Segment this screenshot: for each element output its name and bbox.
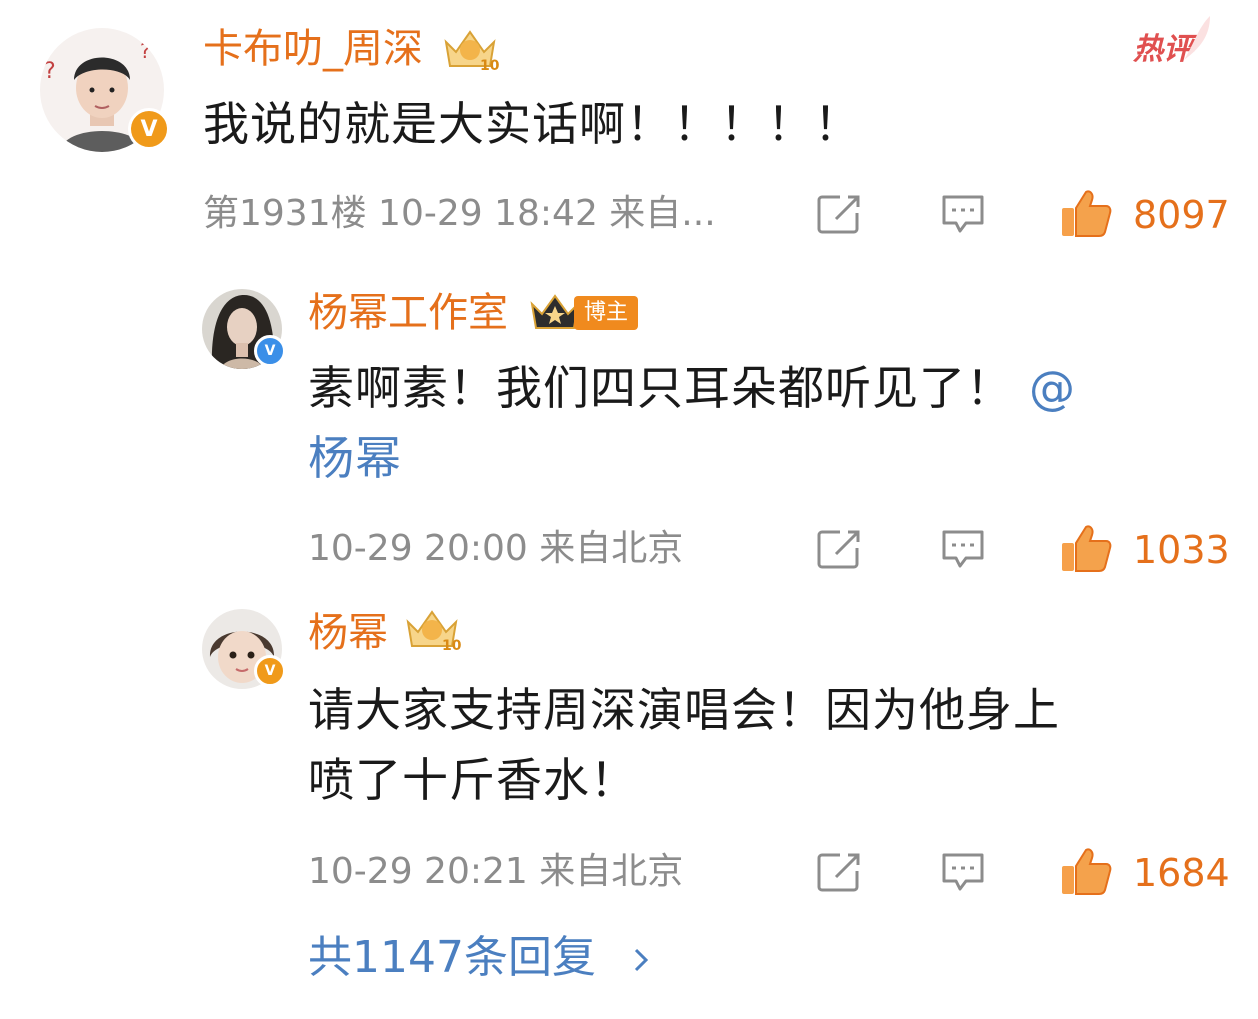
main-comment-text: 我说的就是大实话啊！！！！！ <box>203 97 861 151</box>
more-replies-link[interactable]: 共1147条回复 <box>308 932 654 984</box>
reply-1-text: 素啊素！我们四只耳朵都听见了！ @ <box>308 356 1076 420</box>
main-like-count: 8097 <box>1133 193 1230 237</box>
main-username[interactable]: 卡布叻_周深 <box>203 25 423 73</box>
svg-text:10: 10 <box>480 58 500 72</box>
like-icon[interactable] <box>1060 846 1112 896</box>
verified-badge: V <box>254 335 286 367</box>
avatar-main[interactable]: ? ? V <box>40 28 170 152</box>
repost-icon[interactable] <box>816 193 862 235</box>
mention-link[interactable]: 杨幂 <box>308 426 402 490</box>
like-icon[interactable] <box>1060 188 1112 238</box>
vip-crown-icon: 10 <box>406 610 462 652</box>
reply-2-text-line2: 喷了十斤香水！ <box>308 753 637 807</box>
avatar-reply-1[interactable]: V <box>202 289 286 369</box>
main-floor-time: 第1931楼 10-29 18:42 来自... <box>203 193 716 234</box>
reply-1-time: 10-29 20:00 来自北京 <box>308 528 684 569</box>
verified-badge: V <box>128 108 170 150</box>
svg-text:?: ? <box>44 59 56 84</box>
avatar-reply-2[interactable]: V <box>202 609 286 689</box>
comment-icon[interactable] <box>940 851 986 893</box>
reply-2-like-count: 1684 <box>1133 851 1230 895</box>
verified-badge: V <box>254 655 286 687</box>
hot-feather-icon <box>1184 16 1210 60</box>
reply-1-like-count: 1033 <box>1133 528 1230 572</box>
mention-at[interactable]: @ <box>1029 361 1076 415</box>
reply-1-username[interactable]: 杨幂工作室 <box>308 289 508 337</box>
more-replies-label: 共1147条回复 <box>308 932 596 983</box>
repost-icon[interactable] <box>816 851 862 893</box>
reply-2-time: 10-29 20:21 来自北京 <box>308 851 684 892</box>
like-icon[interactable] <box>1060 523 1112 573</box>
reply-1-content: 素啊素！我们四只耳朵都听见了！ <box>308 361 1013 415</box>
vip-crown-icon: 10 <box>444 30 500 72</box>
comment-icon[interactable] <box>940 528 986 570</box>
svg-text:10: 10 <box>442 638 462 652</box>
chevron-right-icon <box>634 948 649 972</box>
repost-icon[interactable] <box>816 528 862 570</box>
reply-2-text-line1: 请大家支持周深演唱会！因为他身上 <box>308 683 1060 737</box>
reply-2-username[interactable]: 杨幂 <box>308 609 388 657</box>
comment-icon[interactable] <box>940 193 986 235</box>
blogger-tag: 博主 <box>574 296 639 330</box>
svg-text:?: ? <box>140 39 151 63</box>
